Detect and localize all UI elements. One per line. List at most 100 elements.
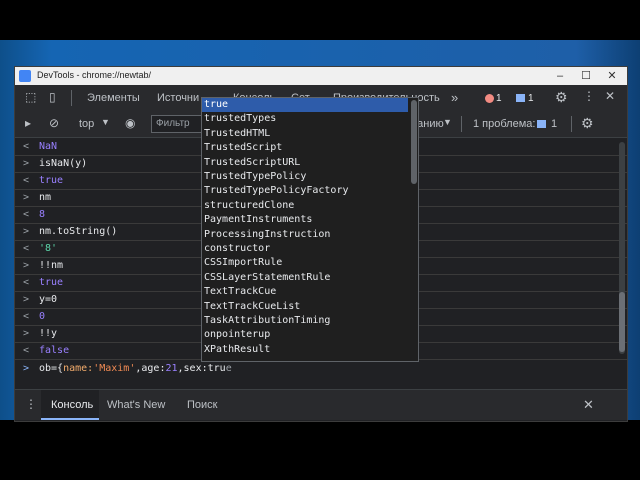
prompt-part: ,age:	[135, 363, 166, 374]
autocomplete-item[interactable]: PaymentInstruments	[202, 213, 408, 227]
autocomplete-item[interactable]: TextTrackCueList	[202, 300, 408, 314]
console-value: '8'	[39, 243, 58, 254]
window-title: DevTools - chrome://newtab/	[37, 70, 152, 80]
prompt-part: 21	[165, 363, 178, 374]
more-tabs-icon[interactable]: »	[451, 85, 458, 111]
input-arrow-icon: >	[23, 260, 30, 271]
prompt-part: ,sex:tru	[177, 363, 226, 374]
autocomplete-item[interactable]: TrustedScriptURL	[202, 156, 408, 170]
title-bar: DevTools - chrome://newtab/ – ☐ ✕	[15, 67, 627, 85]
filter-input[interactable]: Фильтр	[151, 115, 203, 133]
input-arrow-icon: >	[23, 192, 30, 203]
close-drawer-icon[interactable]: ✕	[583, 397, 594, 413]
autocomplete-item[interactable]: TrustedTypePolicy	[202, 170, 408, 184]
autocomplete-dropdown: true trustedTypes TrustedHTML TrustedScr…	[201, 97, 419, 362]
result-arrow-icon: <	[23, 243, 30, 254]
prompt-part: ob={	[39, 363, 64, 374]
console-input: !!y	[39, 328, 58, 339]
prompt-part: 'Maxim'	[93, 363, 136, 374]
autocomplete-item[interactable]: CSSLayerStatementRule	[202, 271, 408, 285]
settings-gear-icon[interactable]: ⚙	[555, 89, 568, 106]
filter-placeholder: Фильтр	[156, 118, 190, 129]
drawer-tab-whats-new[interactable]: What's New	[107, 390, 165, 420]
autocomplete-hint: e	[225, 363, 232, 374]
autocomplete-item[interactable]: TaskAttributionTiming	[202, 314, 408, 328]
autocomplete-item[interactable]: onpointerup	[202, 328, 408, 342]
autocomplete-item[interactable]: constructor	[202, 242, 408, 256]
console-value: NaN	[39, 141, 58, 152]
prompt-input[interactable]: ob={name:'Maxim',age:21,sex:true	[39, 360, 232, 377]
autocomplete-item[interactable]: structuredClone	[202, 199, 408, 213]
autocomplete-item[interactable]: ProcessingInstruction	[202, 228, 408, 242]
console-settings-gear-icon[interactable]: ⚙	[581, 115, 594, 132]
input-arrow-icon: >	[23, 328, 30, 339]
kebab-menu-icon[interactable]: ⋮	[583, 89, 595, 103]
input-arrow-icon: >	[23, 294, 30, 305]
errors-badge[interactable]: 1	[483, 92, 507, 105]
messages-count: 1	[528, 93, 534, 104]
console-value: true	[39, 277, 64, 288]
live-expression-eye-icon[interactable]: ◉	[125, 116, 135, 130]
errors-count: 1	[496, 93, 502, 104]
input-arrow-icon: >	[23, 226, 30, 237]
drawer-tabbar: ⋮ Консоль What's New Поиск ✕	[15, 389, 627, 420]
drawer-tab-console[interactable]: Консоль	[51, 390, 93, 420]
inspect-element-icon[interactable]: ⬚	[25, 90, 36, 104]
console-value: 0	[39, 311, 46, 322]
autocomplete-item[interactable]: trustedTypes	[202, 112, 408, 126]
drawer-menu-icon[interactable]: ⋮	[25, 397, 37, 411]
screen: DevTools - chrome://newtab/ – ☐ ✕ ⬚ ▯ Эл…	[0, 0, 640, 480]
context-selector[interactable]: top	[79, 111, 94, 137]
issues-count: 1	[551, 118, 558, 130]
autocomplete-item[interactable]: TrustedTypePolicyFactory	[202, 184, 408, 198]
message-icon	[516, 94, 525, 102]
result-arrow-icon: <	[23, 345, 30, 356]
divider	[571, 116, 572, 132]
autocomplete-scroll-thumb[interactable]	[411, 100, 417, 184]
input-arrow-icon: >	[23, 158, 30, 169]
result-arrow-icon: <	[23, 141, 30, 152]
result-arrow-icon: <	[23, 311, 30, 322]
console-prompt[interactable]: > ob={name:'Maxim',age:21,sex:true	[15, 360, 627, 377]
autocomplete-item[interactable]: TextTrackCue	[202, 285, 408, 299]
console-input: isNaN(y)	[39, 158, 88, 169]
console-scrollbar[interactable]	[619, 142, 625, 354]
clear-console-icon[interactable]: ⊘	[49, 116, 59, 130]
result-arrow-icon: <	[23, 175, 30, 186]
chevron-down-icon: ▼	[101, 117, 110, 127]
autocomplete-item-selected[interactable]: true	[202, 98, 408, 113]
console-input: y=0	[39, 294, 58, 305]
devtools-logo-icon	[19, 70, 31, 82]
console-scroll-thumb[interactable]	[619, 292, 625, 352]
console-value: true	[39, 175, 64, 186]
autocomplete-item[interactable]: TrustedScript	[202, 141, 408, 155]
levels-chevron-icon: ▼	[443, 117, 452, 127]
console-input: nm	[39, 192, 52, 203]
maximize-icon[interactable]: ☐	[573, 67, 599, 85]
close-window-icon[interactable]: ✕	[599, 67, 625, 85]
console-input: nm.toString()	[39, 226, 118, 237]
tab-sources[interactable]: Источни	[157, 85, 199, 111]
sidebar-toggle-icon[interactable]: ▸	[25, 116, 31, 130]
close-devtools-icon[interactable]: ✕	[605, 89, 615, 103]
divider	[461, 116, 462, 132]
devtools-window: DevTools - chrome://newtab/ – ☐ ✕ ⬚ ▯ Эл…	[14, 66, 628, 422]
messages-badge[interactable]: 1	[513, 92, 541, 105]
autocomplete-item[interactable]: CSSImportRule	[202, 256, 408, 270]
prompt-arrow-icon: >	[23, 363, 30, 374]
autocomplete-item[interactable]: TrustedHTML	[202, 127, 408, 141]
minimize-icon[interactable]: –	[547, 67, 573, 85]
result-arrow-icon: <	[23, 209, 30, 220]
console-value: 8	[39, 209, 46, 220]
autocomplete-item[interactable]: XPathResult	[202, 343, 408, 357]
issues-button[interactable]: 1 проблема:	[473, 111, 535, 137]
device-toolbar-icon[interactable]: ▯	[49, 90, 56, 104]
console-value: false	[39, 345, 70, 356]
console-input: !!nm	[39, 260, 64, 271]
issue-icon	[537, 120, 546, 128]
prompt-part: name:	[63, 363, 94, 374]
drawer-tab-search[interactable]: Поиск	[187, 390, 217, 420]
divider	[71, 90, 72, 106]
tab-elements[interactable]: Элементы	[87, 85, 140, 111]
error-icon	[485, 94, 494, 103]
